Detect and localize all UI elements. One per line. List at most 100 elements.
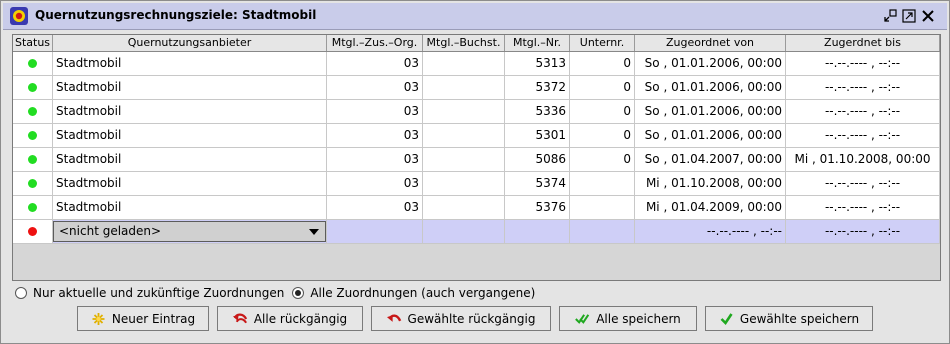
save-all-label: Alle speichern <box>596 311 681 326</box>
cell-buchst[interactable] <box>423 124 505 148</box>
cell-anbieter: <nicht geladen> <box>53 220 327 244</box>
cell-buchst[interactable] <box>423 148 505 172</box>
cell-anbieter[interactable]: Stadtmobil <box>53 172 327 196</box>
cell-status <box>13 196 53 220</box>
status-dot-icon <box>28 155 37 164</box>
cell-von[interactable]: So , 01.01.2006, 00:00 <box>635 76 786 100</box>
column-header-buchst[interactable]: Mtgl.–Buchst. <box>423 35 505 51</box>
cell-von[interactable]: --.--.---- , --:-- <box>635 220 786 244</box>
column-header-bis[interactable]: Zugerdnet bis <box>786 35 940 51</box>
app-icon <box>10 7 28 25</box>
cell-buchst[interactable] <box>423 100 505 124</box>
cell-nr[interactable]: 5336 <box>505 100 570 124</box>
restore-icon[interactable] <box>883 9 897 23</box>
cell-unternr[interactable]: 0 <box>570 148 635 172</box>
table-body: Stadtmobil 03 5313 0 So , 01.01.2006, 00:00-… <box>13 52 940 244</box>
cell-anbieter[interactable]: Stadtmobil <box>53 148 327 172</box>
cell-anbieter[interactable]: Stadtmobil <box>53 124 327 148</box>
cell-anbieter[interactable]: Stadtmobil <box>53 52 327 76</box>
save-selected-label: Gewählte speichern <box>739 311 860 326</box>
maximize-icon[interactable] <box>902 9 916 23</box>
cell-buchst[interactable] <box>423 172 505 196</box>
cell-org[interactable]: 03 <box>327 196 423 220</box>
cell-anbieter[interactable]: Stadtmobil <box>53 196 327 220</box>
double-check-icon <box>575 313 590 324</box>
table-row[interactable]: Stadtmobil 03 5086 0 So , 01.04.2007, 00:00 M… <box>13 148 940 172</box>
chevron-down-icon[interactable] <box>309 229 319 235</box>
cell-org[interactable]: 03 <box>327 76 423 100</box>
table-row[interactable]: Stadtmobil 03 5376 Mi , 01.04.2009, 00:00 --… <box>13 196 940 220</box>
cell-nr[interactable]: 5374 <box>505 172 570 196</box>
cell-buchst[interactable] <box>423 220 505 244</box>
cell-nr[interactable]: 5086 <box>505 148 570 172</box>
table-row[interactable]: Stadtmobil 03 5372 0 So , 01.01.2006, 00:00-… <box>13 76 940 100</box>
column-header-status[interactable]: Status <box>13 35 53 51</box>
cell-bis[interactable]: --.--.---- , --:-- <box>786 172 940 196</box>
sparkle-icon <box>92 312 105 325</box>
cell-bis[interactable]: --.--.---- , --:-- <box>786 100 940 124</box>
cell-nr[interactable]: 5376 <box>505 196 570 220</box>
save-selected-button[interactable]: Gewählte speichern <box>705 306 873 331</box>
cell-anbieter[interactable]: Stadtmobil <box>53 100 327 124</box>
cell-von[interactable]: So , 01.01.2006, 00:00 <box>635 100 786 124</box>
cell-status <box>13 100 53 124</box>
cell-bis[interactable]: --.--.---- , --:-- <box>786 52 940 76</box>
status-dot-icon <box>28 203 37 212</box>
cell-unternr[interactable] <box>570 220 635 244</box>
anbieter-select[interactable]: <nicht geladen> <box>53 221 326 242</box>
cell-von[interactable]: So , 01.01.2006, 00:00 <box>635 52 786 76</box>
column-header-org[interactable]: Mtgl.–Zus.–Org. <box>327 35 423 51</box>
cell-status <box>13 52 53 76</box>
cell-status <box>13 76 53 100</box>
cell-nr[interactable]: 5372 <box>505 76 570 100</box>
cell-buchst[interactable] <box>423 76 505 100</box>
cell-org[interactable]: 03 <box>327 100 423 124</box>
column-header-unternr[interactable]: Unternr. <box>570 35 635 51</box>
cell-bis[interactable]: --.--.---- , --:-- <box>786 124 940 148</box>
table-row[interactable]: Stadtmobil 03 5336 0 So , 01.01.2006, 00:00-… <box>13 100 940 124</box>
cell-unternr[interactable] <box>570 172 635 196</box>
close-icon[interactable] <box>921 9 935 23</box>
cell-bis[interactable]: --.--.---- , --:-- <box>786 196 940 220</box>
cell-nr[interactable]: 5313 <box>505 52 570 76</box>
cell-nr[interactable] <box>505 220 570 244</box>
cell-von[interactable]: So , 01.01.2006, 00:00 <box>635 124 786 148</box>
table-row[interactable]: Stadtmobil 03 5313 0 So , 01.01.2006, 00:00-… <box>13 52 940 76</box>
column-header-von[interactable]: Zugeordnet von <box>635 35 786 51</box>
cell-buchst[interactable] <box>423 52 505 76</box>
radio-all-assignments[interactable]: Alle Zuordnungen (auch vergangene) <box>292 286 535 300</box>
cell-von[interactable]: Mi , 01.04.2009, 00:00 <box>635 196 786 220</box>
status-dot-icon <box>28 131 37 140</box>
new-entry-button[interactable]: Neuer Eintrag <box>77 306 209 331</box>
cell-bis[interactable]: --.--.---- , --:-- <box>786 220 940 244</box>
cell-unternr[interactable]: 0 <box>570 76 635 100</box>
save-all-button[interactable]: Alle speichern <box>559 306 697 331</box>
radio-button[interactable] <box>292 287 305 299</box>
cell-von[interactable]: Mi , 01.10.2008, 00:00 <box>635 172 786 196</box>
radio-current-assignments[interactable]: Nur aktuelle und zukünftige Zuordnungen <box>15 286 284 300</box>
cell-von[interactable]: So , 01.04.2007, 00:00 <box>635 148 786 172</box>
cell-bis[interactable]: --.--.---- , --:-- <box>786 76 940 100</box>
cell-unternr[interactable]: 0 <box>570 124 635 148</box>
cell-bis[interactable]: Mi , 01.10.2008, 00:00 <box>786 148 940 172</box>
cell-unternr[interactable]: 0 <box>570 100 635 124</box>
undo-selected-button[interactable]: Gewählte rückgängig <box>371 306 551 331</box>
undo-all-button[interactable]: Alle rückgängig <box>217 306 363 331</box>
cell-anbieter[interactable]: Stadtmobil <box>53 76 327 100</box>
cell-org[interactable]: 03 <box>327 172 423 196</box>
cell-unternr[interactable] <box>570 196 635 220</box>
title-bar[interactable]: Quernutzungsrechnungsziele: Stadtmobil <box>3 3 947 30</box>
table-row[interactable]: Stadtmobil 03 5301 0 So , 01.01.2006, 00:00-… <box>13 124 940 148</box>
table-row[interactable]: Stadtmobil 03 5374 Mi , 01.10.2008, 00:00 --… <box>13 172 940 196</box>
cell-org[interactable] <box>327 220 423 244</box>
cell-unternr[interactable]: 0 <box>570 52 635 76</box>
radio-button[interactable] <box>15 287 27 299</box>
cell-org[interactable]: 03 <box>327 148 423 172</box>
column-header-nr[interactable]: Mtgl.–Nr. <box>505 35 570 51</box>
cell-nr[interactable]: 5301 <box>505 124 570 148</box>
cell-buchst[interactable] <box>423 196 505 220</box>
cell-org[interactable]: 03 <box>327 124 423 148</box>
new-entry-row[interactable]: <nicht geladen> --.--.---- , --:-- --.--.-… <box>13 220 940 244</box>
cell-org[interactable]: 03 <box>327 52 423 76</box>
column-header-anbieter[interactable]: Quernutzungsanbieter <box>53 35 327 51</box>
